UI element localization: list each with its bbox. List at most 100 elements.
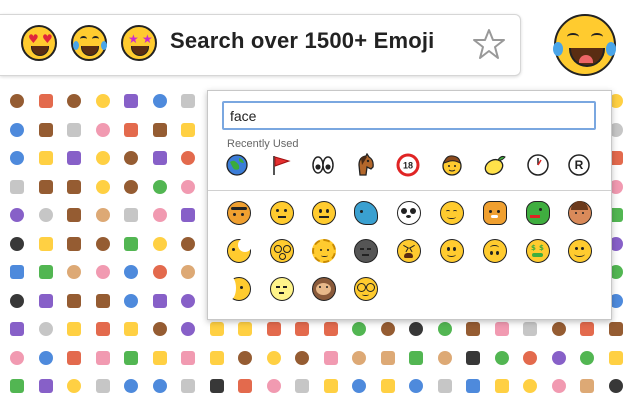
background-emoji-tile — [209, 322, 224, 336]
full-moon-face-icon[interactable] — [270, 277, 294, 301]
background-emoji-tile — [380, 322, 395, 336]
background-emoji-tile — [523, 350, 537, 365]
background-emoji-tile — [124, 179, 138, 194]
dragon-face-icon[interactable] — [526, 201, 550, 225]
background-emoji-tile — [10, 179, 24, 194]
background-emoji-tile — [124, 151, 138, 165]
background-emoji-tile — [124, 293, 138, 308]
background-emoji-tile — [95, 350, 110, 365]
background-emoji-tile — [152, 236, 167, 251]
background-emoji-tile — [580, 379, 594, 393]
thinking-face-icon[interactable] — [270, 201, 294, 225]
background-emoji-tile — [124, 122, 138, 137]
background-emoji-tile — [323, 322, 338, 336]
smiling-face-with-hand-icon[interactable] — [440, 201, 464, 225]
background-emoji-tile — [67, 151, 81, 165]
new-moon-face-icon[interactable] — [354, 239, 378, 263]
background-emoji-tile — [95, 322, 110, 336]
background-emoji-tile — [152, 122, 167, 137]
background-emoji-tile — [466, 322, 480, 336]
registered-sign-icon[interactable]: R — [567, 153, 591, 177]
star-outline-icon[interactable] — [472, 27, 506, 61]
background-emoji-tile — [95, 179, 110, 194]
background-emoji-tile — [437, 379, 452, 393]
background-emoji-tile — [608, 379, 623, 393]
svg-text:18: 18 — [403, 161, 413, 171]
background-emoji-tile — [323, 379, 338, 393]
background-emoji-tile — [181, 265, 195, 279]
background-emoji-tile — [181, 236, 195, 251]
horse-face-icon[interactable] — [353, 153, 377, 177]
globe-icon[interactable] — [225, 153, 249, 177]
background-emoji-tile — [10, 122, 24, 137]
background-emoji-tile — [124, 350, 138, 365]
background-emoji-tile — [152, 265, 167, 279]
woman-face-icon[interactable] — [568, 201, 592, 225]
tears-of-joy-logo-icon — [553, 14, 616, 76]
background-emoji-tile — [124, 94, 138, 108]
search-input[interactable] — [230, 107, 580, 125]
crescent-moon-face-icon[interactable] — [227, 238, 252, 263]
background-emoji-tile — [352, 322, 366, 336]
background-emoji-tile — [124, 322, 138, 336]
background-emoji-tile — [152, 293, 167, 308]
background-emoji-tile — [38, 350, 53, 365]
one-oclock-icon[interactable] — [526, 153, 550, 177]
eyes-icon[interactable] — [311, 153, 335, 177]
money-mouth-face-icon[interactable]: $ $ — [526, 239, 550, 263]
background-emoji-tile — [409, 322, 423, 336]
recently-used-label: Recently Used — [227, 138, 299, 150]
star-struck-emoji-icon: ★ ★ — [121, 25, 157, 61]
page-title: Search over 1500+ Emoji — [170, 28, 435, 53]
background-emoji-tile — [409, 379, 423, 393]
background-emoji-tile — [209, 379, 224, 393]
background-emoji-tile — [10, 236, 24, 251]
nerd-face-icon[interactable] — [354, 277, 378, 301]
background-emoji-tile — [380, 350, 395, 365]
background-emoji-tile — [124, 265, 138, 279]
background-emoji-tile — [523, 379, 537, 393]
background-emoji-tile — [551, 379, 566, 393]
background-emoji-tile — [10, 151, 24, 165]
panda-face-icon[interactable] — [397, 201, 421, 225]
smiling-face-icon[interactable] — [568, 239, 592, 263]
monkey-face-icon[interactable] — [312, 277, 336, 301]
background-emoji-tile — [608, 350, 623, 365]
neutral-face-icon[interactable] — [312, 201, 336, 225]
background-emoji-tile — [67, 379, 81, 393]
tears-of-joy-emoji-icon — [71, 25, 107, 61]
background-emoji-tile — [437, 350, 452, 365]
no-under-18-icon[interactable]: 18 — [396, 153, 420, 177]
boy-face-icon[interactable] — [440, 153, 464, 177]
search-field[interactable] — [222, 101, 596, 130]
whale-face-icon[interactable] — [354, 201, 378, 225]
dizzy-face-icon[interactable] — [270, 239, 294, 263]
background-emoji-tile — [409, 350, 423, 365]
background-emoji-tile — [380, 379, 395, 393]
background-emoji-tile — [551, 322, 566, 336]
upside-down-face-icon[interactable] — [483, 239, 507, 263]
background-emoji-tile — [95, 265, 110, 279]
red-flag-icon[interactable] — [269, 153, 293, 177]
background-emoji-tile — [124, 208, 138, 222]
tired-face-icon[interactable] — [397, 239, 421, 263]
background-emoji-tile — [466, 379, 480, 393]
background-emoji-tile — [38, 265, 53, 279]
background-emoji-tile — [295, 322, 309, 336]
background-emoji-tile — [323, 350, 338, 365]
background-emoji-tile — [38, 179, 53, 194]
slightly-smiling-face-icon[interactable] — [440, 239, 464, 263]
tiger-face-icon[interactable] — [227, 201, 251, 225]
lemon-icon[interactable] — [483, 153, 507, 177]
recently-used-row: 18 R — [208, 151, 611, 187]
background-emoji-tile — [67, 350, 81, 365]
cat-face-icon[interactable] — [483, 201, 507, 225]
background-emoji-tile — [67, 94, 81, 108]
divider — [208, 190, 611, 191]
background-emoji-tile — [551, 350, 566, 365]
last-quarter-moon-face-icon[interactable] — [224, 276, 251, 301]
background-emoji-tile — [266, 350, 281, 365]
background-emoji-tile — [67, 265, 81, 279]
sun-face-icon[interactable] — [312, 239, 336, 263]
background-emoji-tile — [352, 379, 366, 393]
